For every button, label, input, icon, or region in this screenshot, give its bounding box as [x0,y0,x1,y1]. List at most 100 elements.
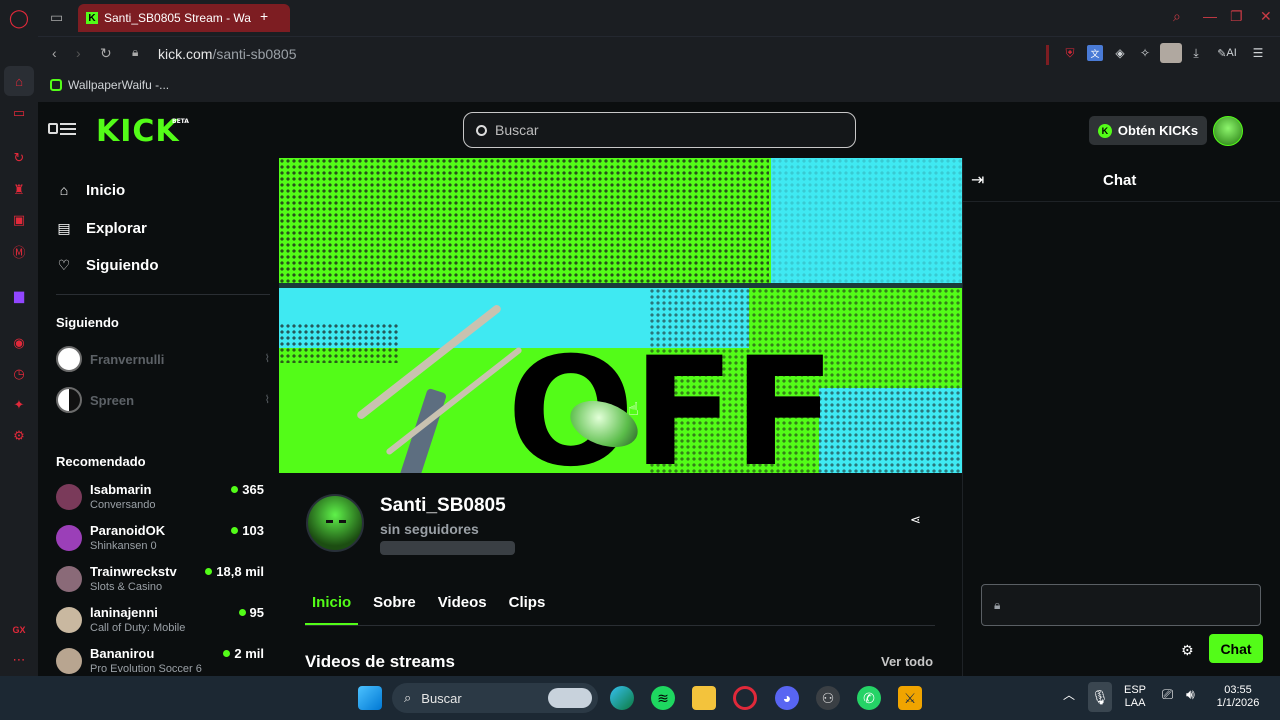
url-field[interactable]: kick.com/santi-sb0805 [158,46,297,62]
clock[interactable]: 03:55 1/1/2026 [1212,684,1264,710]
viewer-count: 18,8 mil [205,564,264,579]
nav-item-siguiendo[interactable]: ♡ Siguiendo [56,253,159,277]
tab-overview-icon[interactable]: ▭ [50,9,63,26]
volume-icon[interactable]: 🔊︎ [1186,687,1195,701]
refresh-icon[interactable]: ↻ [9,148,29,168]
avatar [56,566,82,592]
profile-avatar[interactable] [1160,43,1182,63]
viewer-count-value: 2 mil [234,646,264,661]
maximize-button[interactable]: ❐ [1230,8,1243,25]
viewer-count: 365 [231,482,264,497]
spotify-icon[interactable]: ≋ [651,686,675,710]
kick-favicon-icon: K [86,12,98,24]
nav-item-explorar[interactable]: ▤ Explorar [56,216,146,240]
tab-inicio[interactable]: Inicio [305,594,359,625]
minimize-button[interactable]: — [1203,8,1217,24]
home-icon: ⌂ [59,182,69,198]
see-all-link[interactable]: Ver todo [881,654,933,669]
collapse-chat-icon[interactable]: ⇥ [971,170,984,190]
taskbar-search[interactable]: ⌕ Buscar [392,683,598,713]
url-host: kick.com [158,46,213,62]
more-icon[interactable]: ⋯ [9,650,29,670]
user-avatar[interactable] [1213,116,1243,146]
banner-pattern [279,158,769,283]
recommended-item[interactable]: Isabmarin Conversando 365 [56,480,264,514]
opera-logo-icon[interactable]: ◯ [9,8,29,28]
bookmark-item[interactable]: WallpaperWaifu -... [50,78,169,92]
bookmarks-bar: WallpaperWaifu -... [38,70,1280,102]
channel-name: Isabmarin [90,482,152,497]
player-icon[interactable]: ◉ [9,333,29,353]
back-button[interactable]: ‹ [52,45,57,61]
bookmark-icon [50,79,62,91]
puzzle-icon[interactable]: ✧ [1137,45,1153,61]
channel-name: Franvernulli [90,351,165,367]
following-item[interactable]: Spreen ⌇ [56,386,270,414]
recommended-heading: Recomendado [56,454,146,469]
search-icon [476,124,487,136]
tab-sobre[interactable]: Sobre [366,594,423,625]
microphone-icon[interactable]: 🎙︎ [1088,682,1112,712]
close-window-button[interactable]: ✕ [1260,8,1272,25]
gx-corner-icon[interactable]: ♜ [9,180,29,200]
edge-icon[interactable] [610,686,634,710]
menu-icon[interactable]: ☰ [1250,45,1266,61]
extensions-icon[interactable]: ✦ [9,395,29,415]
recommended-item[interactable]: laninajenni Call of Duty: Mobile 95 [56,603,264,637]
search-tabs-icon[interactable]: ⌕ [1173,8,1181,25]
network-icon[interactable]: ⎚ [1162,687,1173,701]
videos-heading: Videos de streams [305,652,455,671]
new-tab-button[interactable]: + [260,8,268,24]
whatsapp-icon[interactable]: ✆ [857,686,881,710]
tray-chevron-icon[interactable]: ︿ [1063,689,1075,702]
avatar [56,648,82,674]
home-icon[interactable]: ⌂ [4,66,34,96]
app-icon[interactable]: ⚇ [816,686,840,710]
banner-pattern [771,158,962,283]
forward-button[interactable]: › [76,45,81,61]
nav-label: Inicio [86,181,126,199]
windows-start-icon[interactable] [358,686,382,710]
game-icon[interactable]: ⚔ [898,686,922,710]
avatar-eye [339,520,346,523]
twitch-icon[interactable]: ▆ [9,286,29,306]
history-icon[interactable]: ◷ [9,364,29,384]
opera-gx-icon[interactable] [733,686,757,710]
live-dot-icon [223,650,231,657]
channel-avatar[interactable] [306,494,364,552]
get-kicks-button[interactable]: K Obtén KICKs [1089,116,1207,145]
chat-send-button[interactable]: Chat [1209,634,1263,663]
chat-settings-icon[interactable]: ⚙ [1181,642,1194,659]
translate-icon[interactable]: 文 [1087,45,1103,61]
recommended-item[interactable]: Trainwreckstv Slots & Casino 18,8 mil [56,562,264,596]
reload-button[interactable]: ↻ [100,45,112,62]
discord-icon[interactable]: ◕ [775,686,799,710]
recommended-item[interactable]: ParanoidOK Shinkansen 0 103 [56,521,264,555]
tab-kick-stream[interactable]: K Santi_SB0805 Stream - Wa [78,4,290,32]
sidebar-toggle-icon[interactable] [48,122,78,136]
gamepad-icon[interactable]: ▭ [9,103,29,123]
settings-icon[interactable]: ⚙ [9,426,29,446]
recommended-item[interactable]: Bananirou Pro Evolution Soccer 6 2 mil [56,644,264,676]
address-bar: ‹ › ↻ 🔒︎ kick.com/santi-sb0805 ⛨ 文 ◈ ✧ ⤓… [38,36,1280,70]
language-indicator[interactable]: ESP LAA [1124,684,1146,710]
tab-videos[interactable]: Videos [431,594,494,625]
tab-clips[interactable]: Clips [502,594,553,625]
extension-icon[interactable]: ◈ [1112,45,1128,61]
search-input[interactable]: Buscar [463,112,856,148]
offline-banner[interactable]: OFF_ [279,158,962,473]
channel-tabs: Inicio Sobre Videos Clips [305,594,552,626]
file-explorer-icon[interactable] [692,686,716,710]
following-item[interactable]: Franvernulli ⌇ [56,345,270,373]
ublock-icon[interactable]: ⛨ [1062,45,1078,61]
gx-icon[interactable]: GX [9,620,29,640]
download-icon[interactable]: ⤓ [1188,45,1204,61]
ai-button[interactable]: ✎ AI [1212,45,1242,61]
instagram-icon[interactable]: ▣ [9,210,29,230]
messenger-icon[interactable]: Ⓜ [9,241,29,261]
kick-logo[interactable]: KICK BETA [96,114,189,149]
chat-input[interactable]: 🔒︎ [981,584,1261,626]
share-icon[interactable]: ⋖ [910,512,921,528]
nav-item-inicio[interactable]: ⌂ Inicio [56,178,125,202]
ai-label: AI [1226,47,1237,59]
